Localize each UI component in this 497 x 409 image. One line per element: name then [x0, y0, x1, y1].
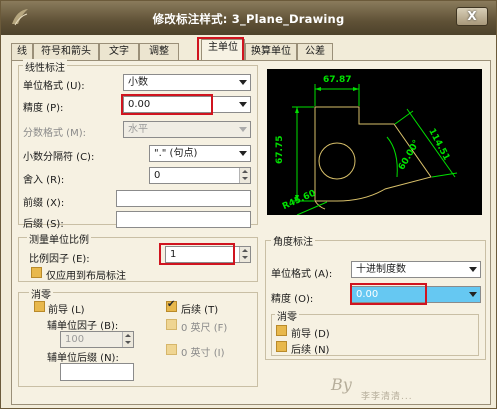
chevron-down-icon [469, 292, 477, 297]
spin-arrows-icon[interactable] [239, 247, 250, 262]
fraction-format-value: 水平 [128, 124, 148, 135]
feet-label: 0 英尺 (F) [181, 323, 228, 334]
trailing-zero-checkbox[interactable] [166, 299, 177, 312]
prefix-label: 前缀 (X): [23, 198, 65, 209]
highlight-primary-units-tab [197, 37, 244, 62]
spin-arrows-icon[interactable] [239, 168, 250, 183]
tab-fit[interactable]: 调整 [139, 43, 179, 60]
fraction-format-select[interactable]: 水平 [123, 121, 251, 138]
spin-arrows-icon[interactable] [122, 332, 133, 347]
angular-leading-label: 前导 (D) [291, 329, 330, 340]
angular-precision-label: 精度 (O): [271, 294, 314, 305]
tab-symbols-arrows[interactable]: 符号和箭头 [33, 43, 99, 60]
linear-group-title: 线性标注 [23, 59, 67, 74]
leading-zero-label: 前导 (L) [48, 305, 85, 316]
watermark-signature: By [331, 375, 352, 394]
angular-unit-format-select[interactable]: 十进制度数 [351, 261, 481, 278]
leading-zero-checkbox[interactable] [34, 301, 45, 312]
chevron-down-icon [239, 151, 247, 156]
zero-suppression-title: 消零 [29, 286, 53, 301]
trailing-zero-label: 后续 (T) [181, 305, 219, 316]
title-bar: 修改标注样式: 3_Plane_Drawing X [1, 1, 496, 35]
inches-checkbox[interactable] [166, 344, 177, 355]
tab-lines[interactable]: 线 [11, 43, 33, 60]
highlight-precision [121, 94, 213, 115]
highlight-scale-factor [159, 243, 235, 265]
scale-group-title: 测量单位比例 [27, 231, 91, 246]
prefix-input[interactable] [116, 190, 251, 207]
sub-unit-factor-stepper[interactable]: 100 [60, 331, 134, 348]
angular-group-title: 角度标注 [271, 233, 315, 248]
roundoff-label: 舍入 (R): [23, 175, 65, 186]
sub-unit-suffix-label: 辅单位后缀 (N): [47, 353, 119, 364]
tab-strip: 线 符号和箭头 文字 调整 主单位 换算单位 公差 [11, 39, 491, 61]
fraction-format-label: 分数格式 (M): [23, 128, 86, 139]
decimal-separator-label: 小数分隔符 (C): [23, 152, 95, 163]
dimension-style-dialog: 修改标注样式: 3_Plane_Drawing X 线 符号和箭头 文字 调整 … [0, 0, 497, 409]
highlight-angular-precision [350, 283, 427, 305]
unit-format-select[interactable]: 小数 [123, 74, 251, 91]
chevron-down-icon [469, 267, 477, 272]
chevron-down-icon [239, 127, 247, 132]
decimal-separator-value: "." (句点) [154, 148, 198, 159]
tab-alternate-units[interactable]: 换算单位 [245, 43, 297, 60]
close-button[interactable]: X [456, 7, 488, 26]
sub-unit-factor-value: 100 [65, 334, 85, 345]
angular-unit-format-label: 单位格式 (A): [271, 269, 333, 280]
angular-trailing-checkbox[interactable] [276, 341, 287, 352]
preview-drawing [292, 84, 458, 216]
chevron-down-icon [239, 102, 247, 107]
sub-unit-suffix-input[interactable] [60, 363, 134, 381]
layout-only-checkbox[interactable] [31, 267, 42, 278]
inches-label: 0 英寸 (I) [181, 348, 225, 359]
preview-dim-left: 67.75 [275, 135, 285, 164]
scale-factor-label: 比例因子 (E): [29, 254, 90, 265]
angular-trailing-label: 后续 (N) [291, 345, 330, 356]
unit-format-value: 小数 [128, 77, 148, 88]
watermark-text: 李李清清... [361, 392, 413, 402]
dimension-preview: 67.87 67.75 114.51 60.00° R45.60 [267, 69, 482, 216]
roundoff-value: 0 [154, 170, 161, 181]
precision-label: 精度 (P): [23, 103, 64, 114]
angular-leading-checkbox[interactable] [276, 325, 287, 336]
layout-only-label: 仅应用到布局标注 [46, 271, 126, 282]
roundoff-stepper[interactable]: 0 [149, 167, 251, 184]
suffix-label: 后缀 (S): [23, 219, 64, 230]
sub-unit-factor-label: 辅单位因子 (B): [47, 321, 119, 332]
tab-tolerances[interactable]: 公差 [297, 43, 333, 60]
chevron-down-icon [239, 80, 247, 85]
angular-unit-format-value: 十进制度数 [356, 264, 406, 275]
feet-checkbox[interactable] [166, 319, 177, 330]
window-title: 修改标注样式: 3_Plane_Drawing [152, 12, 345, 26]
decimal-separator-select[interactable]: "." (句点) [149, 145, 251, 162]
suffix-input[interactable] [116, 211, 251, 228]
unit-format-label: 单位格式 (U): [23, 81, 85, 92]
preview-dim-top: 67.87 [323, 75, 352, 85]
angular-zero-title: 消零 [275, 308, 299, 323]
tab-text[interactable]: 文字 [99, 43, 139, 60]
